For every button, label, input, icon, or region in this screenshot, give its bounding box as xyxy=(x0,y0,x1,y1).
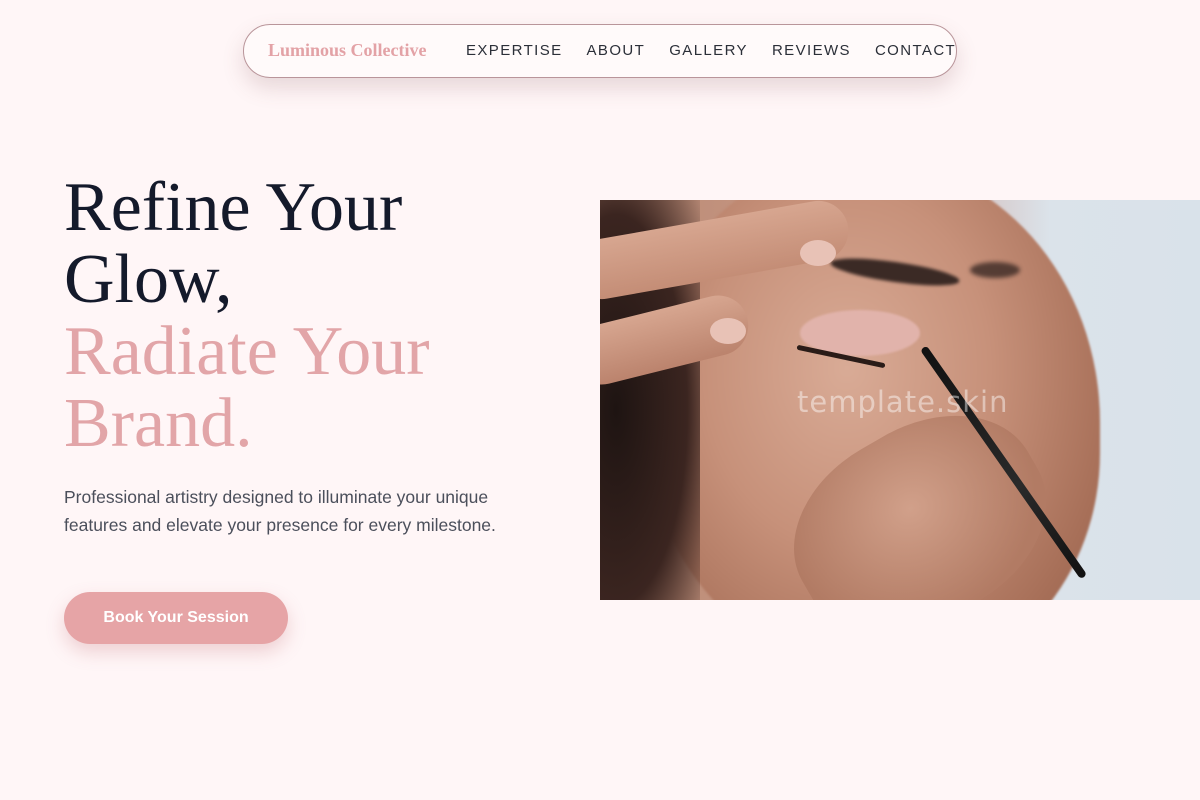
nav-link-expertise[interactable]: EXPERTISE xyxy=(466,42,563,59)
nav-link-reviews[interactable]: REVIEWS xyxy=(772,42,851,59)
top-navigation: Luminous Collective EXPERTISE ABOUT GALL… xyxy=(243,24,957,78)
hero-title-accent-line-2: Brand. xyxy=(64,385,253,462)
hero-title-accent-line-1: Radiate Your xyxy=(64,313,430,390)
hero-description: Professional artistry designed to illumi… xyxy=(64,487,496,535)
hero-image: template.skin xyxy=(600,200,1200,600)
hero-title: Refine Your Glow, Radiate Your Brand. xyxy=(64,172,584,460)
eyebrow-shape-far xyxy=(970,262,1020,278)
nav-links: EXPERTISE ABOUT GALLERY REVIEWS CONTACT xyxy=(466,42,956,59)
nav-link-gallery[interactable]: GALLERY xyxy=(669,42,748,59)
hero-title-line-1: Refine Your xyxy=(64,169,403,246)
brand-logo[interactable]: Luminous Collective xyxy=(268,40,427,61)
fingernail-upper xyxy=(800,240,836,266)
image-watermark: template.skin xyxy=(797,385,1009,419)
nav-link-about[interactable]: ABOUT xyxy=(587,42,646,59)
hero-title-line-2: Glow, xyxy=(64,241,233,318)
nav-link-contact[interactable]: CONTACT xyxy=(875,42,956,59)
fingernail-lower xyxy=(710,318,746,344)
book-session-button[interactable]: Book Your Session xyxy=(64,592,288,644)
